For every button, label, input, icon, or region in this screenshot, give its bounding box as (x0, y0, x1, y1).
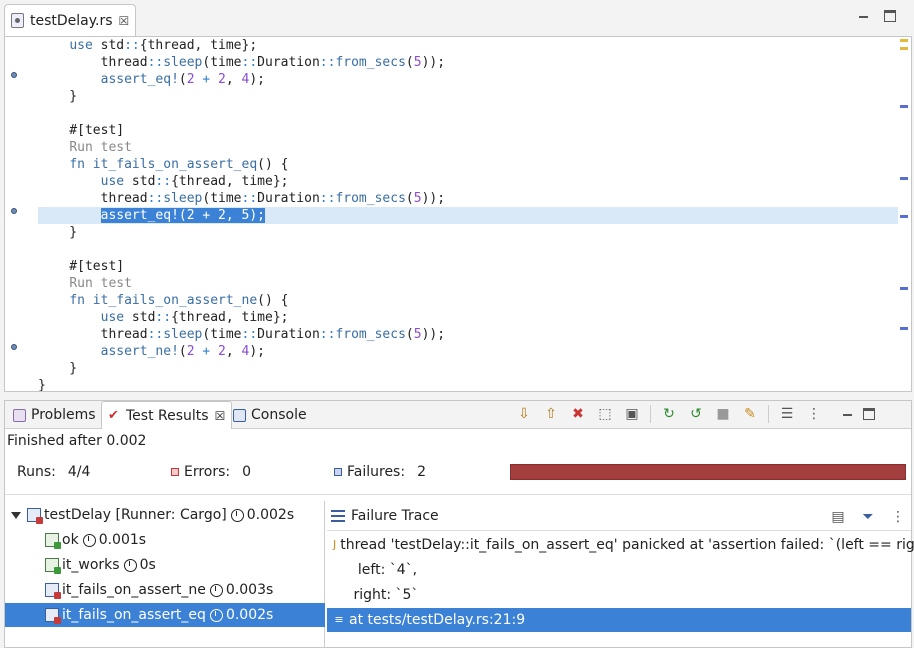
maximize-icon[interactable] (863, 408, 875, 420)
failures-counter: Failures: 2 (334, 464, 426, 480)
code-line[interactable]: } (38, 377, 898, 391)
test-tree[interactable]: testDelay [Runner: Cargo] 0.002s ok 0.00… (5, 501, 325, 648)
test-fail-icon (45, 583, 61, 599)
scroll-lock-icon[interactable]: ⬚ (596, 405, 614, 423)
tab-problems[interactable]: Problems (7, 401, 102, 429)
close-icon[interactable]: ☒ (215, 409, 226, 423)
tree-item-it-fails-on-assert-ne[interactable]: it_fails_on_assert_ne 0.003s (5, 578, 325, 602)
rerun-failures-icon[interactable]: ↺ (687, 405, 705, 423)
test-progress-bar (510, 464, 906, 480)
test-counters: Runs: 4/4 Errors: 0 Failures: 2 (5, 451, 911, 495)
tab-test-results-label: Test Results (126, 407, 209, 424)
runs-counter: Runs: 4/4 (17, 464, 91, 480)
maximize-icon[interactable] (884, 10, 896, 22)
test-marker-icon[interactable] (11, 344, 17, 350)
edit-icon[interactable]: ✎ (741, 405, 759, 423)
tree-item-it-works[interactable]: it_works 0s (5, 553, 325, 577)
chevron-down-icon[interactable] (11, 511, 21, 519)
overview-ruler[interactable] (897, 37, 911, 391)
test-marker-icon[interactable] (11, 208, 17, 214)
trace-line[interactable]: right: `5` (327, 583, 911, 607)
failure-trace: Failure Trace ▤ ⏷ ⋮ J thread 'testDelay:… (327, 501, 914, 648)
tab-test-results[interactable]: ✔ Test Results ☒ (101, 401, 233, 429)
failure-trace-header: Failure Trace ▤ ⏷ ⋮ (327, 501, 911, 531)
code-line[interactable]: assert_eq!(2 + 2, 4); (38, 71, 898, 88)
test-status-text: Finished after 0.002 (7, 433, 147, 449)
tab-console[interactable]: Console (227, 401, 313, 429)
view-menu-icon[interactable]: ⋮ (889, 508, 907, 526)
test-pass-icon (45, 533, 61, 549)
code-line[interactable] (38, 105, 898, 122)
test-toolbar: ⇩ ⇧ ✖ ⬚ ▣ ↻ ↺ ■ ✎ ☰ ⋮ (515, 405, 875, 423)
console-icon (233, 408, 246, 422)
stack-frame-icon: ≡ (334, 613, 344, 626)
code-line[interactable]: use std::{thread, time}; (38, 309, 898, 326)
filter-stack-icon[interactable]: ⏷ (859, 508, 877, 526)
test-fail-icon (45, 608, 61, 624)
code-line[interactable]: Run test (38, 275, 898, 292)
code-line[interactable]: } (38, 360, 898, 377)
tree-root[interactable]: testDelay [Runner: Cargo] 0.002s (5, 503, 325, 527)
clock-icon (230, 508, 244, 522)
compare-icon[interactable]: ▤ (829, 508, 847, 526)
rust-file-icon (11, 13, 24, 28)
history-icon[interactable]: ☰ (778, 405, 796, 423)
code-line[interactable]: use std::{thread, time}; (38, 37, 898, 54)
problems-icon (13, 408, 26, 422)
code-line[interactable]: #[test] (38, 258, 898, 275)
code-line[interactable]: } (38, 224, 898, 241)
close-icon[interactable]: ☒ (119, 14, 130, 28)
code-line[interactable]: thread::sleep(time::Duration::from_secs(… (38, 190, 898, 207)
clock-icon (209, 583, 223, 597)
editor-gutter (5, 37, 38, 391)
code-line-selected[interactable]: assert_eq!(2 + 2, 5); (38, 207, 898, 224)
code-line[interactable]: fn it_fails_on_assert_eq() { (38, 156, 898, 173)
exception-icon: J (333, 538, 337, 551)
errors-counter: Errors: 0 (171, 464, 251, 480)
view-tabbar: Problems ✔ Test Results ☒ Console ⇩ ⇧ ✖ … (5, 401, 911, 429)
bottom-panel: Problems ✔ Test Results ☒ Console ⇩ ⇧ ✖ … (4, 400, 914, 648)
editor-tabbar: testDelay.rs ☒ (0, 0, 914, 36)
trace-line[interactable]: left: `4`, (327, 558, 911, 582)
trace-line-selected[interactable]: ≡ at tests/testDelay.rs:21:9 (327, 608, 911, 632)
test-marker-icon[interactable] (11, 72, 17, 78)
show-skipped-icon[interactable]: ▣ (623, 405, 641, 423)
tree-item-it-fails-on-assert-eq[interactable]: it_fails_on_assert_eq 0.002s (5, 603, 325, 627)
stack-trace-icon (331, 509, 345, 522)
code-line[interactable]: fn it_fails_on_assert_ne() { (38, 292, 898, 309)
code-line[interactable]: Run test (38, 139, 898, 156)
trace-line[interactable]: J thread 'testDelay::it_fails_on_assert_… (327, 533, 914, 557)
test-pass-icon (45, 558, 61, 574)
stop-icon[interactable]: ■ (714, 405, 732, 423)
code-editor[interactable]: use std::{thread, time}; thread::sleep(t… (4, 36, 912, 392)
clock-icon (209, 608, 223, 622)
code-line[interactable]: assert_ne!(2 + 2, 4); (38, 343, 898, 360)
tree-item-ok[interactable]: ok 0.001s (5, 528, 325, 552)
code-lines[interactable]: use std::{thread, time}; thread::sleep(t… (38, 37, 898, 391)
code-line[interactable]: use std::{thread, time}; (38, 173, 898, 190)
view-menu-icon[interactable]: ⋮ (805, 405, 823, 423)
clock-icon (123, 558, 137, 572)
editor-tab-testdelay[interactable]: testDelay.rs ☒ (4, 4, 136, 36)
tab-console-label: Console (251, 407, 307, 423)
failure-icon (334, 468, 342, 476)
code-line[interactable]: thread::sleep(time::Duration::from_secs(… (38, 326, 898, 343)
next-failure-icon[interactable]: ⇩ (515, 405, 533, 423)
test-results-icon: ✔ (108, 408, 119, 423)
tab-problems-label: Problems (31, 407, 96, 423)
rerun-icon[interactable]: ↻ (660, 405, 678, 423)
code-line[interactable]: } (38, 88, 898, 105)
show-failures-only-icon[interactable]: ✖ (569, 405, 587, 423)
minimize-icon[interactable] (842, 408, 854, 420)
code-line[interactable]: thread::sleep(time::Duration::from_secs(… (38, 54, 898, 71)
code-line[interactable]: #[test] (38, 122, 898, 139)
error-icon (171, 468, 179, 476)
code-line[interactable] (38, 241, 898, 258)
previous-failure-icon[interactable]: ⇧ (542, 405, 560, 423)
editor-tab-label: testDelay.rs (30, 12, 113, 29)
suite-icon (27, 508, 43, 524)
clock-icon (82, 533, 96, 547)
minimize-icon[interactable] (858, 10, 870, 22)
